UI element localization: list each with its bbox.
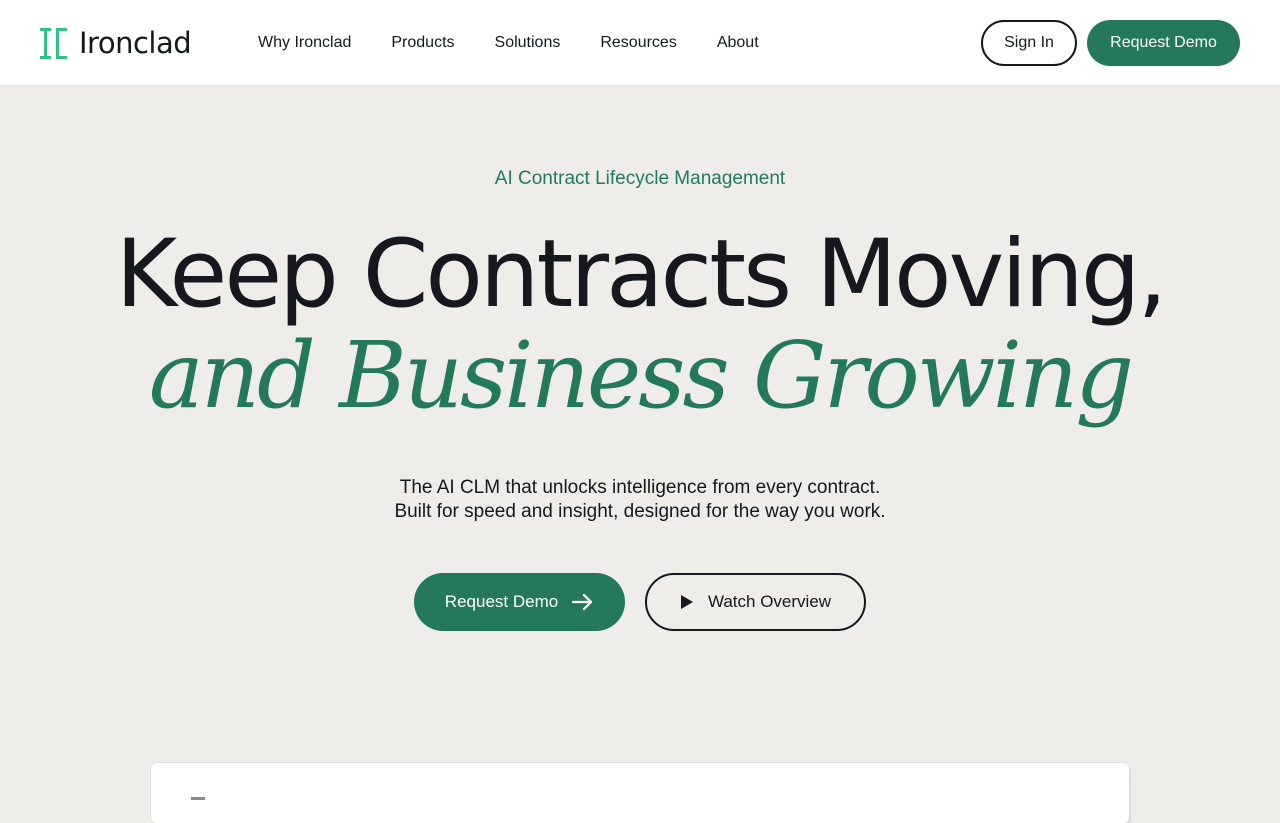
nav-item-solutions[interactable]: Solutions	[495, 32, 561, 54]
site-header: Ironclad Why Ironclad Products Solutions…	[0, 0, 1280, 86]
hero-eyebrow: AI Contract Lifecycle Management	[494, 168, 786, 189]
watch-overview-label: Watch Overview	[707, 592, 832, 611]
sign-in-button[interactable]: Sign In	[981, 20, 1077, 66]
hero-request-demo-label: Request Demo	[444, 592, 559, 611]
brand-name: Ironclad	[79, 26, 192, 60]
product-preview-card	[151, 763, 1129, 823]
hero-subtext-line-1: The AI CLM that unlocks intelligence fro…	[399, 477, 881, 498]
header-request-demo-button[interactable]: Request Demo	[1087, 20, 1240, 66]
nav-item-products[interactable]: Products	[391, 32, 454, 54]
hero-request-demo-button[interactable]: Request Demo	[414, 573, 625, 631]
arrow-right-icon	[572, 593, 593, 611]
hero-subtext: The AI CLM that unlocks intelligence fro…	[0, 476, 1280, 524]
brand-logo[interactable]: Ironclad	[40, 26, 192, 60]
play-icon	[680, 595, 693, 609]
nav-item-resources[interactable]: Resources	[600, 32, 676, 54]
main-nav: Why Ironclad Products Solutions Resource…	[258, 32, 799, 54]
hero-subtext-line-2: Built for speed and insight, designed fo…	[394, 501, 886, 522]
ironclad-logo-icon	[40, 27, 67, 59]
nav-item-why-ironclad[interactable]: Why Ironclad	[258, 32, 351, 54]
nav-item-about[interactable]: About	[717, 32, 759, 54]
watch-overview-button[interactable]: Watch Overview	[645, 573, 866, 631]
hero-headline: Keep Contracts Moving,	[115, 220, 1168, 329]
hero-headline-italic: and Business Growing	[148, 322, 1134, 429]
